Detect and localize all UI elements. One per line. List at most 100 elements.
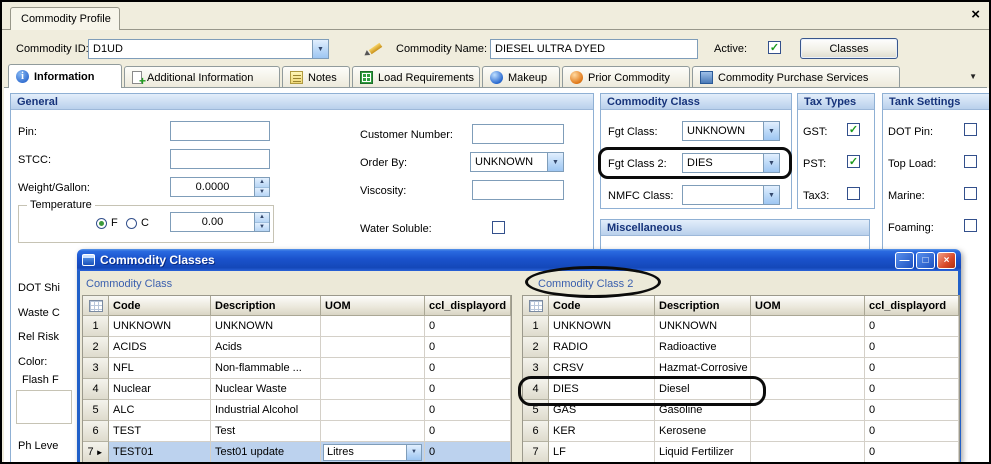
column-header-description[interactable]: Description — [211, 296, 321, 316]
nmfc-class-combobox[interactable] — [682, 185, 780, 205]
cell-uom[interactable] — [321, 421, 425, 442]
cell-code[interactable]: NFL — [109, 358, 211, 379]
order-by-combobox[interactable]: UNKNOWN — [470, 152, 564, 172]
edit-pencil-icon[interactable] — [364, 39, 384, 59]
cell-code[interactable]: KER — [549, 421, 655, 442]
row-selector[interactable]: 6 — [83, 421, 109, 442]
cell-displayorder[interactable]: 0 — [425, 358, 511, 379]
cell-code[interactable]: UNKNOWN — [549, 316, 655, 337]
chevron-down-icon[interactable] — [312, 40, 328, 58]
cell-uom[interactable] — [751, 442, 865, 462]
cell-description[interactable]: Nuclear Waste — [211, 379, 321, 400]
cell-uom[interactable] — [751, 358, 865, 379]
flash-field-fragment[interactable] — [16, 390, 72, 424]
cell-description[interactable]: Test01 update — [211, 442, 321, 462]
cell-description[interactable]: Acids — [211, 337, 321, 358]
spin-up-icon[interactable] — [255, 213, 269, 223]
tab-load-requirements[interactable]: Load Requirements — [352, 66, 480, 88]
cell-description[interactable]: Liquid Fertilizer — [655, 442, 751, 462]
spin-down-icon[interactable] — [255, 223, 269, 232]
cell-uom[interactable] — [751, 400, 865, 421]
cell-description[interactable]: Kerosene — [655, 421, 751, 442]
cell-displayorder[interactable]: 0 — [425, 316, 511, 337]
row-selector[interactable]: 7 — [523, 442, 549, 462]
dot-pin-checkbox[interactable] — [964, 123, 977, 136]
table-row[interactable]: 7TEST01Test01 updateLitres0 — [83, 442, 511, 462]
cell-code[interactable]: TEST01 — [109, 442, 211, 462]
cell-description[interactable]: Test — [211, 421, 321, 442]
cell-displayorder[interactable]: 0 — [865, 442, 959, 462]
cell-description[interactable]: UNKNOWN — [211, 316, 321, 337]
cell-code[interactable]: UNKNOWN — [109, 316, 211, 337]
cell-uom[interactable] — [751, 421, 865, 442]
table-row[interactable]: 2RADIORadioactive0 — [523, 337, 959, 358]
chevron-down-icon[interactable] — [763, 122, 779, 140]
row-selector[interactable]: 3 — [83, 358, 109, 379]
spinner-buttons[interactable] — [254, 178, 269, 196]
cell-displayorder[interactable]: 0 — [865, 337, 959, 358]
dialog-titlebar[interactable]: Commodity Classes — □ × — [77, 249, 961, 271]
column-header-ccl-displayord[interactable]: ccl_displayord — [865, 296, 959, 316]
document-tab-commodity-profile[interactable]: Commodity Profile — [10, 7, 120, 30]
cell-uom[interactable]: Litres — [321, 442, 425, 462]
row-selector[interactable]: 6 — [523, 421, 549, 442]
tab-information[interactable]: Information — [8, 64, 122, 88]
table-row[interactable]: 6TESTTest 0 — [83, 421, 511, 442]
commodity-name-input[interactable]: DIESEL ULTRA DYED — [490, 39, 698, 59]
table-row[interactable]: 2ACIDSAcids0 — [83, 337, 511, 358]
cell-displayorder[interactable]: 0 — [425, 400, 511, 421]
tab-additional-information[interactable]: Additional Information — [124, 66, 280, 88]
cell-description[interactable]: Non-flammable ... — [211, 358, 321, 379]
table-row[interactable]: 7LFLiquid Fertilizer0 — [523, 442, 959, 462]
cell-code[interactable]: RADIO — [549, 337, 655, 358]
row-selector[interactable]: 5 — [83, 400, 109, 421]
maximize-button[interactable]: □ — [916, 252, 935, 269]
cell-code[interactable]: TEST — [109, 421, 211, 442]
cell-description[interactable]: Industrial Alcohol — [211, 400, 321, 421]
table-row[interactable]: 1UNKNOWNUNKNOWN0 — [523, 316, 959, 337]
cell-uom[interactable] — [751, 316, 865, 337]
customer-number-input[interactable] — [472, 124, 564, 144]
pin-input[interactable] — [170, 121, 270, 141]
minimize-button[interactable]: — — [895, 252, 914, 269]
cell-code[interactable]: Nuclear — [109, 379, 211, 400]
column-header-code[interactable]: Code — [549, 296, 655, 316]
cell-code[interactable]: ALC — [109, 400, 211, 421]
grid-selector-header[interactable] — [523, 296, 549, 316]
chevron-down-icon[interactable] — [547, 153, 563, 171]
table-row[interactable]: 5ALCIndustrial Alcohol 0 — [83, 400, 511, 421]
spin-up-icon[interactable] — [255, 178, 269, 188]
viscosity-input[interactable] — [472, 180, 564, 200]
uom-combobox[interactable]: Litres — [323, 444, 422, 461]
column-header-uom[interactable]: UOM — [751, 296, 865, 316]
column-header-uom[interactable]: UOM — [321, 296, 425, 316]
row-selector[interactable]: 1 — [523, 316, 549, 337]
cell-uom[interactable] — [321, 358, 425, 379]
cell-displayorder[interactable]: 0 — [865, 316, 959, 337]
tab-notes[interactable]: Notes — [282, 66, 350, 88]
row-selector[interactable]: 1 — [83, 316, 109, 337]
cell-displayorder[interactable]: 0 — [425, 421, 511, 442]
commodity-id-combobox[interactable]: D1UD — [88, 39, 329, 59]
table-row[interactable]: 4NuclearNuclear Waste0 — [83, 379, 511, 400]
celsius-radio[interactable] — [126, 218, 137, 229]
cell-uom[interactable] — [321, 400, 425, 421]
spin-down-icon[interactable] — [255, 188, 269, 197]
gst-checkbox[interactable] — [847, 123, 860, 136]
cell-uom[interactable] — [321, 337, 425, 358]
close-icon[interactable]: × — [971, 8, 980, 22]
column-header-code[interactable]: Code — [109, 296, 211, 316]
table-row[interactable]: 6KERKerosene0 — [523, 421, 959, 442]
water-soluble-checkbox[interactable] — [492, 221, 505, 234]
active-checkbox[interactable] — [768, 41, 781, 54]
cell-uom[interactable] — [751, 379, 865, 400]
fahrenheit-radio[interactable] — [96, 218, 107, 229]
dialog-close-button[interactable]: × — [937, 252, 956, 269]
temperature-spinner[interactable]: 0.00 — [170, 212, 270, 232]
cell-uom[interactable] — [751, 337, 865, 358]
row-selector[interactable]: 7 — [83, 442, 109, 462]
cell-code[interactable]: ACIDS — [109, 337, 211, 358]
tab-makeup[interactable]: Makeup — [482, 66, 560, 88]
table-row[interactable]: 3NFLNon-flammable ... 0 — [83, 358, 511, 379]
cell-uom[interactable] — [321, 316, 425, 337]
